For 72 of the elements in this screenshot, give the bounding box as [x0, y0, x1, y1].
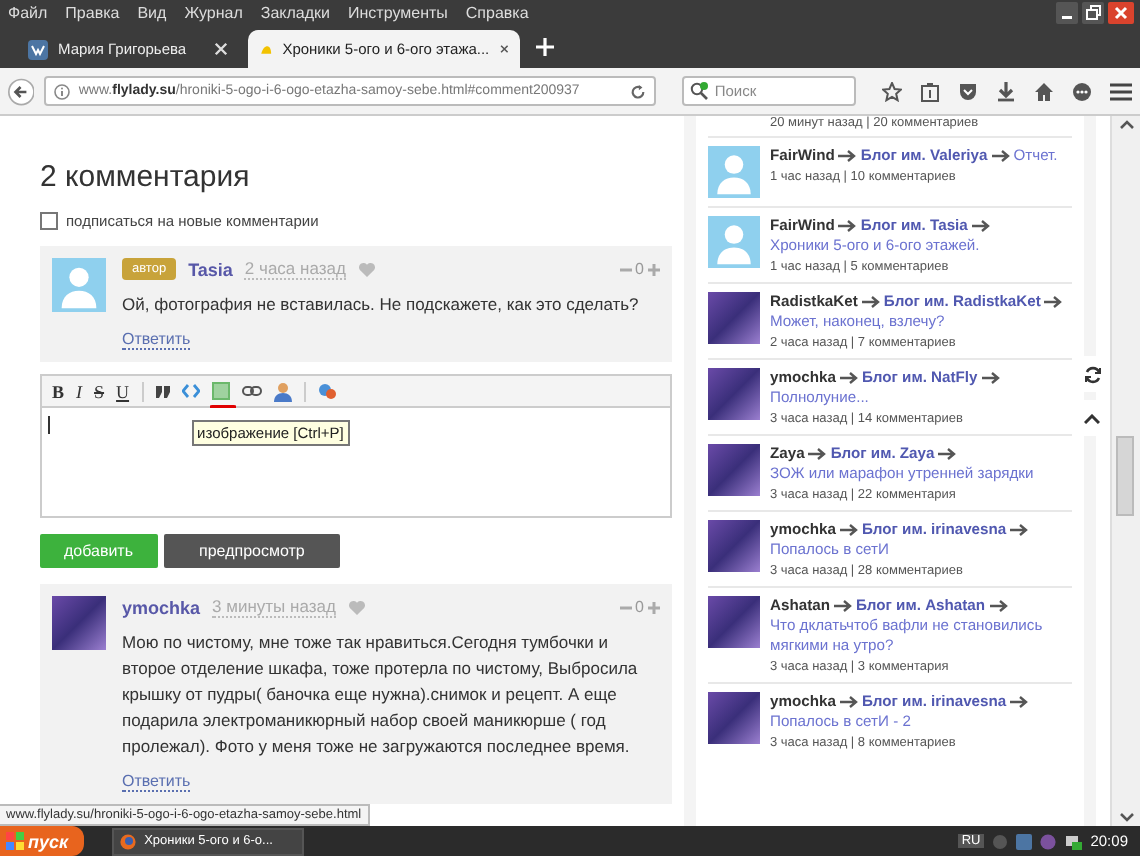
preview-button[interactable]: предпросмотр [163, 534, 341, 568]
clipboard-icon[interactable] [920, 81, 940, 101]
minimize-icon[interactable] [1056, 2, 1078, 24]
menu-item[interactable]: Инструменты [348, 4, 448, 22]
underline-mark [209, 404, 236, 412]
format-button[interactable]: S [94, 381, 105, 401]
scroll-top-icon[interactable] [1084, 413, 1100, 423]
quote-icon[interactable] [155, 385, 170, 397]
info-icon [54, 83, 71, 99]
refresh-icon[interactable] [1083, 365, 1101, 383]
menu-item[interactable]: Журнал [184, 4, 243, 22]
comment-input-field[interactable] [40, 408, 672, 518]
scroll-down-icon[interactable] [1117, 808, 1135, 826]
search-icon [690, 82, 709, 100]
arrow-icon [833, 600, 852, 612]
reload-icon[interactable] [630, 83, 647, 99]
windows-logo-icon [6, 832, 24, 850]
new-tab-icon[interactable] [536, 38, 554, 56]
arrow-icon [989, 600, 1008, 612]
comment-score: 0 [635, 260, 644, 278]
vk-tray-icon[interactable] [1016, 833, 1033, 849]
arrow-icon [1010, 524, 1029, 536]
vk-icon [28, 39, 48, 59]
arrow-icon [938, 448, 957, 460]
scroll-up-icon[interactable] [1117, 116, 1135, 134]
firefox-icon [120, 833, 137, 849]
viber-icon[interactable] [1040, 833, 1057, 849]
user-icon[interactable] [273, 381, 292, 401]
restore-icon[interactable] [1082, 2, 1104, 24]
arrow-icon [1044, 296, 1063, 308]
comment-author[interactable]: ymochka [122, 597, 201, 617]
scrollbar-thumb[interactable] [1116, 436, 1134, 516]
reply-link[interactable]: Ответить [122, 330, 191, 350]
comment-score: 0 [635, 598, 644, 616]
arrow-icon [839, 696, 858, 708]
code-icon[interactable] [181, 384, 200, 398]
download-icon[interactable] [996, 81, 1016, 101]
arrow-icon [861, 296, 880, 308]
link-icon[interactable] [241, 386, 262, 396]
close-icon[interactable] [1108, 2, 1134, 24]
arrow-icon [981, 372, 1000, 384]
arrow-icon [839, 372, 858, 384]
comment-text: Мою по чистому, мне тоже так нравиться.Сегодня тумбочки и второе отделение шкафа, тоже протерла по чистому, Выбросила крышку от пудры( баночка еще нужна).снимок и рецепт. А еще подарила электроманикюрный набор своей маникюрше ( год пролежал). Фото у меня тоже не загружаются последнее время. [122, 630, 640, 760]
plugin-icon[interactable] [317, 382, 336, 400]
chat-icon[interactable] [1072, 81, 1092, 101]
network-icon[interactable] [1064, 833, 1083, 849]
format-button[interactable]: I [76, 381, 83, 401]
menu-item[interactable]: Правка [65, 4, 120, 22]
star-icon[interactable] [882, 81, 902, 101]
close-tab-icon[interactable] [499, 42, 508, 56]
comment-text: Ой, фотография не вставилась. Не подскажете, как это сделать? [122, 292, 641, 318]
menu-item[interactable]: Справка [465, 4, 529, 22]
menu-item[interactable]: Файл [8, 4, 48, 22]
arrow-icon [838, 220, 857, 232]
menu-icon[interactable] [1110, 81, 1132, 101]
menu-item[interactable]: Вид [137, 4, 167, 22]
format-button[interactable]: U [116, 381, 130, 401]
format-button[interactable]: B [52, 381, 65, 401]
arrow-icon [1010, 696, 1029, 708]
arrow-icon [839, 524, 858, 536]
arrow-icon [808, 448, 827, 460]
reply-link[interactable]: Ответить [122, 772, 191, 792]
comments-heading: 2 комментария [40, 160, 252, 194]
comment-author[interactable]: Tasia [188, 259, 233, 279]
back-icon[interactable] [8, 75, 35, 107]
arrow-icon [838, 150, 857, 162]
pocket-icon[interactable] [958, 81, 978, 101]
arrow-icon [991, 150, 1010, 162]
subscribe-checkbox[interactable] [40, 212, 58, 230]
menu-item[interactable]: Закладки [260, 4, 331, 22]
home-icon[interactable] [1034, 81, 1054, 101]
arrow-icon [971, 220, 990, 232]
